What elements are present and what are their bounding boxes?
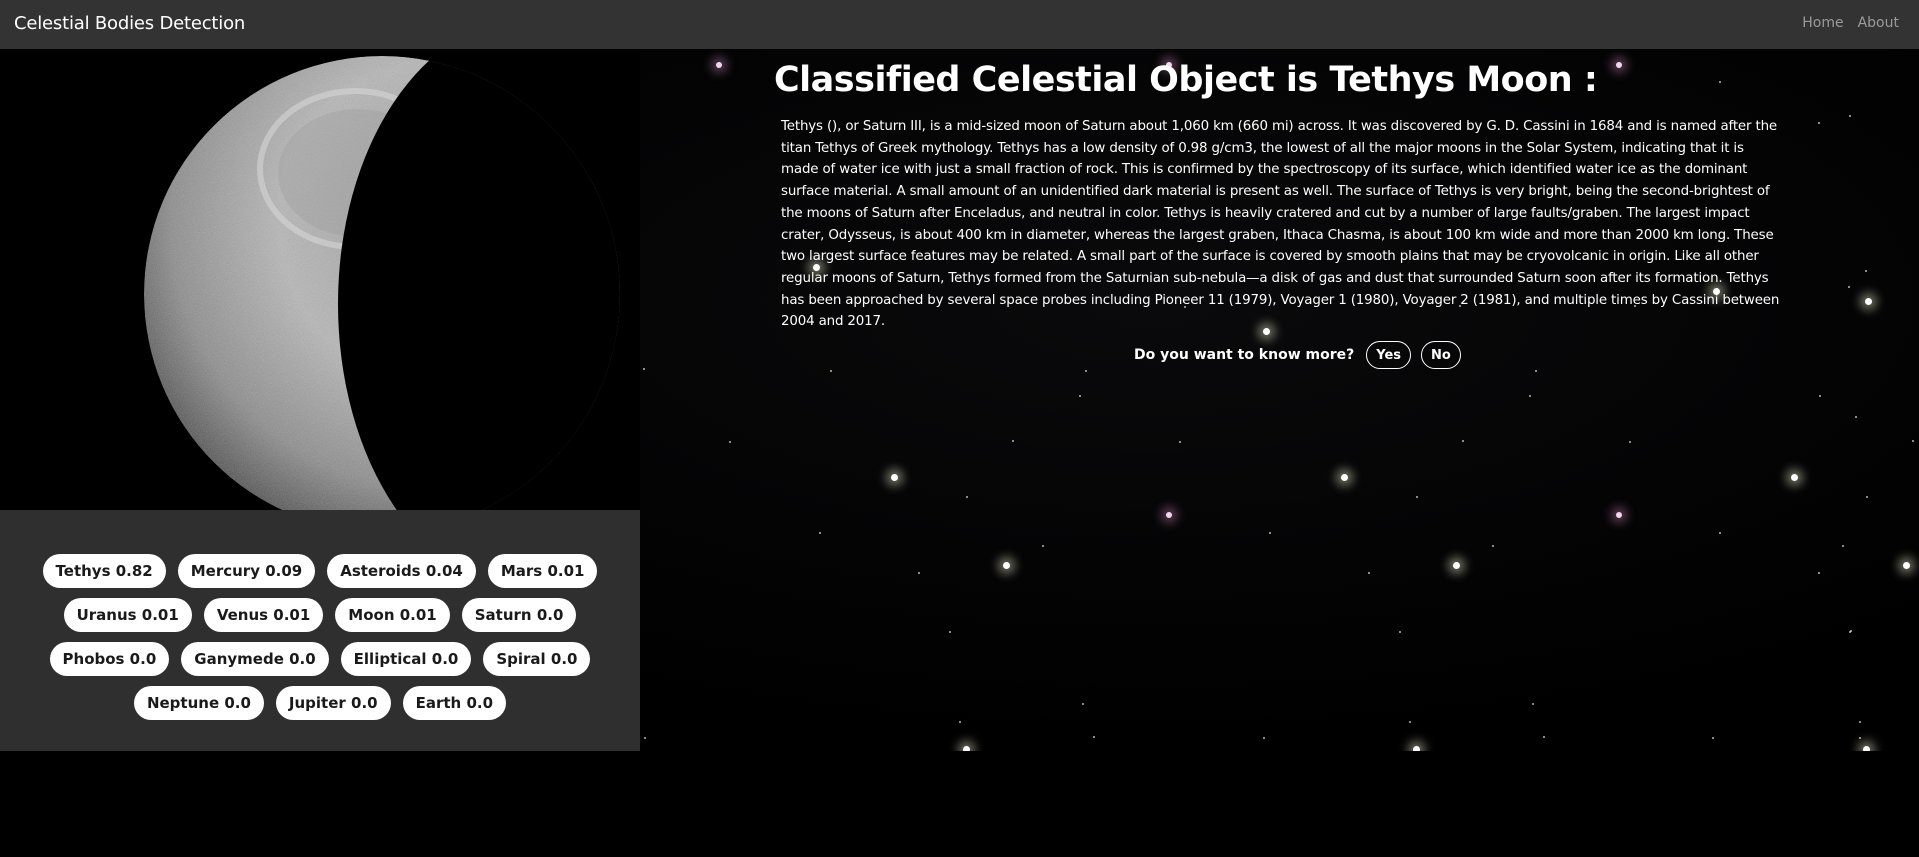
star [1042, 545, 1044, 547]
star [729, 441, 731, 443]
star [1263, 737, 1265, 739]
star [1269, 532, 1271, 534]
star [1093, 736, 1095, 738]
star [1543, 736, 1545, 738]
prediction-tag: Phobos 0.0 [49, 642, 170, 676]
star [830, 370, 832, 372]
star [1453, 562, 1460, 569]
tethys-moon-image [0, 49, 640, 510]
star [1399, 631, 1401, 633]
star [1859, 721, 1861, 723]
page: Celestial Bodies Detection Home About Te… [0, 0, 1919, 857]
star [1850, 630, 1852, 632]
star [716, 62, 722, 68]
star [1409, 721, 1411, 723]
prediction-tag: Mars 0.01 [487, 554, 598, 588]
star [1855, 416, 1857, 418]
star [1859, 737, 1861, 739]
prediction-tag: Venus 0.01 [203, 598, 324, 632]
star [891, 474, 898, 481]
star [1866, 496, 1868, 498]
star [1492, 545, 1494, 547]
star [963, 746, 970, 751]
predictions-panel: Tethys 0.82 Mercury 0.09 Asteroids 0.04 Mar… [0, 510, 640, 751]
star [643, 368, 645, 370]
uploaded-image [0, 49, 640, 510]
star [1903, 562, 1910, 569]
star [1085, 370, 1087, 372]
prediction-tag: Saturn 0.0 [461, 598, 577, 632]
prediction-tag: Earth 0.0 [402, 686, 507, 720]
star [1413, 746, 1420, 751]
star [1912, 440, 1914, 442]
star [966, 496, 968, 498]
nav-link-home[interactable]: Home [1802, 15, 1843, 31]
star [1368, 572, 1370, 574]
star [1341, 474, 1348, 481]
brand-title[interactable]: Celestial Bodies Detection [14, 13, 245, 34]
star [1629, 441, 1631, 443]
star [644, 737, 646, 739]
prediction-tag: Tethys 0.82 [42, 554, 166, 588]
result-description: Tethys (), or Saturn III, is a mid-sized… [781, 119, 1780, 330]
know-more-row: Do you want to know more? Yes No [1134, 341, 1461, 369]
star [1532, 703, 1534, 705]
star [1849, 115, 1851, 117]
prediction-tag: Asteroids 0.04 [327, 554, 476, 588]
star [1003, 562, 1010, 569]
star [1166, 512, 1172, 518]
yes-button[interactable]: Yes [1366, 341, 1412, 369]
star [1842, 545, 1844, 547]
prediction-tag: Jupiter 0.0 [275, 686, 391, 720]
star [1416, 496, 1418, 498]
nav-link-about[interactable]: About [1858, 15, 1899, 31]
result-title: Classified Celestial Object is Tethys Mo… [774, 60, 1598, 100]
prediction-tag: Mercury 0.09 [177, 554, 316, 588]
prediction-tag: Spiral 0.0 [483, 642, 591, 676]
star [1529, 395, 1531, 397]
star [959, 721, 961, 723]
star [1079, 395, 1081, 397]
star [1462, 440, 1464, 442]
star [1082, 703, 1084, 705]
navbar: Celestial Bodies Detection Home About [0, 0, 1919, 49]
prediction-tags: Tethys 0.82 Mercury 0.09 Asteroids 0.04 Mar… [14, 554, 626, 720]
no-button[interactable]: No [1421, 341, 1461, 369]
star [1819, 395, 1821, 397]
result-section: Classified Celestial Object is Tethys Mo… [774, 56, 1779, 333]
star [1791, 474, 1798, 481]
know-more-question: Do you want to know more? [1134, 347, 1355, 363]
prediction-tag: Uranus 0.01 [63, 598, 192, 632]
star [1818, 572, 1820, 574]
prediction-tag: Ganymede 0.0 [181, 642, 329, 676]
star [1535, 370, 1537, 372]
star [1012, 440, 1014, 442]
prediction-tag: Moon 0.01 [335, 598, 450, 632]
star [1863, 746, 1870, 751]
prediction-tag: Elliptical 0.0 [340, 642, 472, 676]
star [1616, 512, 1622, 518]
star [1712, 737, 1714, 739]
star [918, 572, 920, 574]
star [1818, 122, 1820, 124]
star [1179, 441, 1181, 443]
prediction-tag: Neptune 0.0 [133, 686, 264, 720]
star [1865, 298, 1872, 305]
star [819, 532, 821, 534]
nav-links: Home About [1802, 15, 1899, 31]
star [1719, 532, 1721, 534]
star [949, 631, 951, 633]
star [1848, 286, 1850, 288]
star [1865, 270, 1867, 272]
